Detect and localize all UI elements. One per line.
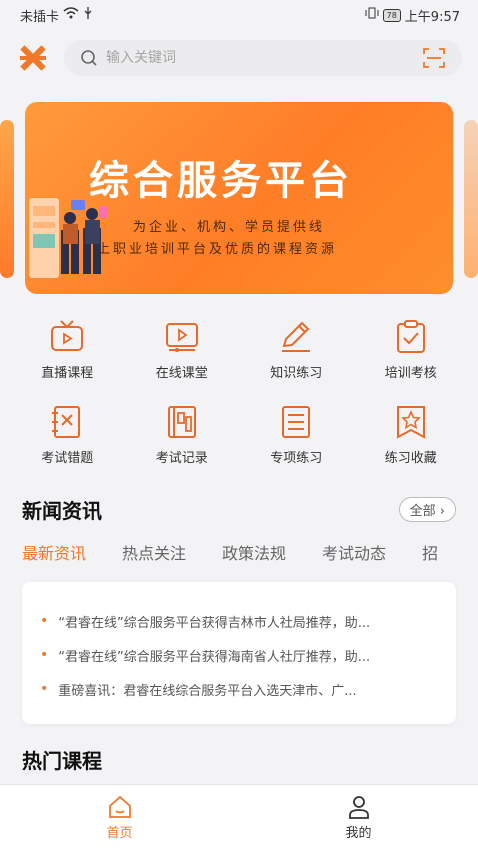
tab-exam-news[interactable]: 考试动态: [322, 540, 386, 564]
grid-item-label: 直播课程: [41, 366, 94, 381]
banner-title: 综合服务平台: [89, 158, 353, 204]
banner-subtitle-2: 上职业培训平台及优质的课程资源: [97, 242, 338, 257]
grid-item-knowledge-practice[interactable]: 知识练习: [239, 318, 354, 381]
grid-item-exam-mistakes[interactable]: 考试错题: [10, 403, 125, 466]
tab-recruitment[interactable]: 招: [422, 540, 438, 564]
news-section-title: 新闻资讯: [22, 499, 102, 523]
hot-courses-title: 热门课程: [22, 749, 102, 773]
grid-item-label: 专项练习: [270, 451, 323, 466]
status-left: 未插卡: [20, 6, 93, 25]
banner-subtitle-1: 为企业、机构、学员提供线: [133, 220, 326, 235]
grid-item-label: 在线课堂: [155, 366, 208, 381]
news-list: • “君睿在线”综合服务平台获得吉林市人社局推荐，助... • “君睿在线”综合…: [22, 582, 456, 724]
scan-icon[interactable]: [422, 47, 446, 69]
pencil-icon: [282, 321, 311, 352]
wifi-icon: [63, 7, 79, 23]
clock: 上午9:57: [404, 9, 460, 25]
usb-icon: [83, 6, 93, 24]
star-bookmark-icon: [396, 406, 425, 439]
bullet-icon: •: [40, 647, 49, 663]
banner[interactable]: 综合服务平台 为企业、机构、学员提供线 上职业培训平台及优质的课程资源: [25, 102, 453, 294]
grid-item-label: 考试错题: [41, 451, 94, 466]
nav-mine[interactable]: 我的: [239, 785, 478, 850]
all-news-button[interactable]: 全部 ›: [398, 497, 456, 522]
tab-latest-news[interactable]: 最新资讯: [22, 540, 86, 564]
list-item[interactable]: • “君睿在线”综合服务平台获得吉林市人社局推荐，助...: [40, 604, 438, 638]
search-icon: [81, 50, 97, 66]
sim-status: 未插卡: [20, 9, 60, 25]
app-logo-icon: [20, 45, 46, 71]
news-item-text: “君睿在线”综合服务平台获得吉林市人社局推荐，助...: [58, 615, 371, 631]
grid-item-practice-favorites[interactable]: 练习收藏: [354, 403, 469, 466]
nav-home-label: 首页: [106, 826, 133, 841]
wrong-book-icon: [52, 406, 81, 438]
bullet-icon: •: [40, 681, 49, 697]
video-icon: [165, 323, 198, 352]
feature-grid: 直播课程 在线课堂 知识练习 培训考核 考试错题 考试记录 专项练习 练习收藏: [0, 318, 478, 466]
vibrate-icon: [365, 7, 379, 23]
banner-carousel[interactable]: 综合服务平台 为企业、机构、学员提供线 上职业培训平台及优质的课程资源: [0, 102, 478, 294]
nav-mine-label: 我的: [345, 826, 372, 841]
chevron-right-icon: ›: [439, 504, 445, 519]
banner-prev-peek: [0, 120, 14, 278]
record-book-icon: [167, 406, 196, 438]
list-item[interactable]: • 重磅喜讯：君睿在线综合服务平台入选天津市、广...: [40, 672, 438, 706]
grid-item-label: 考试记录: [155, 451, 208, 466]
search-bar[interactable]: [64, 40, 462, 76]
status-right: 78 上午9:57: [365, 6, 460, 25]
grid-item-label: 练习收藏: [384, 451, 437, 466]
home-icon: [108, 795, 131, 818]
tab-hot-topics[interactable]: 热点关注: [122, 540, 186, 564]
grid-item-exam-records[interactable]: 考试记录: [125, 403, 240, 466]
list-item[interactable]: • “君睿在线”综合服务平台获得海南省人社厅推荐，助...: [40, 638, 438, 672]
status-bar: 未插卡 78 上午9:57: [0, 0, 478, 30]
grid-item-label: 培训考核: [384, 366, 437, 381]
grid-item-online-class[interactable]: 在线课堂: [125, 318, 240, 381]
banner-next-peek: [464, 120, 478, 278]
tab-policies[interactable]: 政策法规: [222, 540, 286, 564]
battery-icon: 78: [382, 8, 401, 22]
bullet-icon: •: [40, 613, 49, 629]
grid-item-special-practice[interactable]: 专项练习: [239, 403, 354, 466]
nav-home[interactable]: 首页: [0, 785, 239, 850]
grid-item-label: 知识练习: [270, 366, 323, 381]
user-icon: [348, 796, 369, 819]
list-doc-icon: [282, 406, 311, 438]
news-tabs: 最新资讯 热点关注 政策法规 考试动态 招: [22, 540, 478, 564]
grid-item-live-courses[interactable]: 直播课程: [10, 318, 125, 381]
all-news-label: 全部: [409, 504, 436, 519]
tv-icon: [51, 320, 84, 351]
news-header: 新闻资讯 全部 ›: [22, 495, 456, 524]
grid-item-training-assessment[interactable]: 培训考核: [354, 318, 469, 381]
clipboard-check-icon: [396, 320, 425, 353]
news-item-text: 重磅喜讯：君睿在线综合服务平台入选天津市、广...: [58, 683, 357, 699]
bottom-nav: 首页 我的: [0, 784, 478, 850]
news-item-text: “君睿在线”综合服务平台获得海南省人社厅推荐，助...: [58, 649, 371, 665]
search-input[interactable]: [106, 50, 422, 66]
header: [0, 30, 478, 86]
